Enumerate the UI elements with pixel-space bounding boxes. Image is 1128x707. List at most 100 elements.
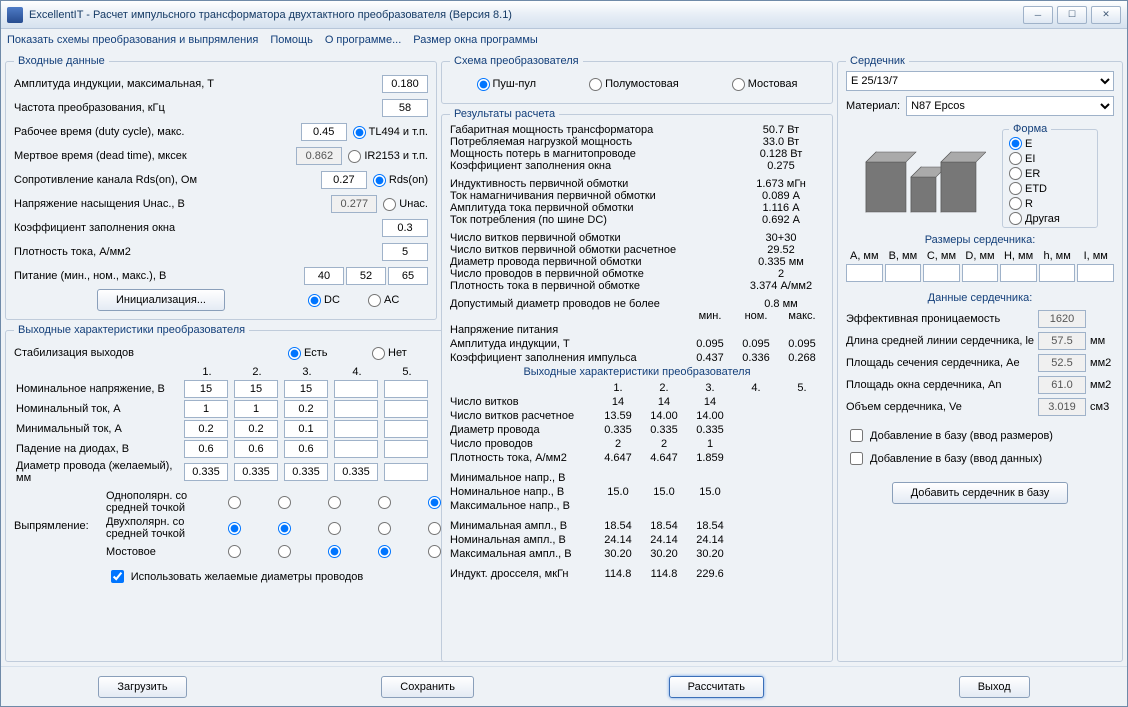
- shape-ETD[interactable]: ETD: [1009, 182, 1091, 195]
- rect-1-3[interactable]: [378, 522, 391, 535]
- inom-3[interactable]: [284, 400, 328, 418]
- imin-3[interactable]: [284, 420, 328, 438]
- rect-2-3[interactable]: [378, 545, 391, 558]
- exit-button[interactable]: Выход: [959, 676, 1030, 698]
- dim-input-2[interactable]: [923, 264, 960, 282]
- scheme-halfbridge[interactable]: Полумостовая: [589, 78, 679, 91]
- rect-1-1[interactable]: [278, 522, 291, 535]
- shape-Другая[interactable]: Другая: [1009, 212, 1091, 225]
- imin-4[interactable]: [334, 420, 378, 438]
- supply-max[interactable]: [388, 267, 428, 285]
- opt-usat[interactable]: Uнас.: [383, 198, 428, 211]
- shape-ER[interactable]: ER: [1009, 167, 1091, 180]
- material-select[interactable]: N87 Epcos: [906, 96, 1114, 116]
- load-button[interactable]: Загрузить: [98, 676, 186, 698]
- rect-0-3[interactable]: [378, 496, 391, 509]
- rect-2-2[interactable]: [328, 545, 341, 558]
- save-button[interactable]: Сохранить: [381, 676, 474, 698]
- res-val: 0.8 мм: [738, 298, 824, 310]
- supply-min[interactable]: [304, 267, 344, 285]
- imin-2[interactable]: [234, 420, 278, 438]
- shape-EI[interactable]: EI: [1009, 152, 1091, 165]
- imin-5[interactable]: [384, 420, 428, 438]
- rect-0-2[interactable]: [328, 496, 341, 509]
- dvdrop-2[interactable]: [234, 440, 278, 458]
- add-db-data-chk[interactable]: [850, 452, 863, 465]
- freq-input[interactable]: [382, 99, 428, 117]
- out5-val: [642, 500, 686, 512]
- unom-4[interactable]: [334, 380, 378, 398]
- dim-input-1[interactable]: [885, 264, 922, 282]
- init-button[interactable]: Инициализация...: [97, 289, 225, 311]
- dims-header: Размеры сердечника:: [846, 234, 1114, 246]
- dwire-3[interactable]: [284, 463, 328, 481]
- maximize-button[interactable]: ☐: [1057, 6, 1087, 24]
- rect-1-2[interactable]: [328, 522, 341, 535]
- use-wire-chk[interactable]: [111, 570, 124, 583]
- dvdrop-5[interactable]: [384, 440, 428, 458]
- dim-input-3[interactable]: [962, 264, 999, 282]
- menu-about[interactable]: О программе...: [325, 34, 401, 46]
- add-db-dims-chk[interactable]: [850, 429, 863, 442]
- ac-radio[interactable]: AC: [368, 294, 428, 307]
- rect-0-0[interactable]: [228, 496, 241, 509]
- kfill-input[interactable]: [382, 219, 428, 237]
- inom-4[interactable]: [334, 400, 378, 418]
- calc-button[interactable]: Рассчитать: [669, 676, 764, 698]
- rect-2-4[interactable]: [428, 545, 441, 558]
- inom-1[interactable]: [184, 400, 228, 418]
- dim-input-6[interactable]: [1077, 264, 1114, 282]
- out5-hdr: 1.: [596, 382, 640, 394]
- dc-radio[interactable]: DC: [308, 294, 368, 307]
- inom-5[interactable]: [384, 400, 428, 418]
- dwire-4[interactable]: [334, 463, 378, 481]
- opt-rds[interactable]: Rds(on): [373, 174, 428, 187]
- unom-1[interactable]: [184, 380, 228, 398]
- scheme-pushpull[interactable]: Пуш-пул: [477, 78, 537, 91]
- menu-schemes[interactable]: Показать схемы преобразования и выпрямле…: [7, 34, 258, 46]
- dwire-1[interactable]: [184, 463, 228, 481]
- dim-input-5[interactable]: [1039, 264, 1076, 282]
- add-core-button[interactable]: Добавить сердечник в базу: [892, 482, 1069, 504]
- unom-5[interactable]: [384, 380, 428, 398]
- unom-2[interactable]: [234, 380, 278, 398]
- rect-0-1[interactable]: [278, 496, 291, 509]
- dwire-2[interactable]: [234, 463, 278, 481]
- shape-E[interactable]: E: [1009, 137, 1091, 150]
- menu-windowsize[interactable]: Размер окна программы: [413, 34, 538, 46]
- menu-help[interactable]: Помощь: [270, 34, 313, 46]
- jcur-input[interactable]: [382, 243, 428, 261]
- dim-input-4[interactable]: [1000, 264, 1037, 282]
- core-select[interactable]: E 25/13/7: [846, 71, 1114, 91]
- rect-1-4[interactable]: [428, 522, 441, 535]
- out5-val: 13.59: [596, 410, 640, 422]
- opt-ir2153[interactable]: IR2153 и т.п.: [348, 150, 428, 163]
- rect-2-0[interactable]: [228, 545, 241, 558]
- rect-0-4[interactable]: [428, 496, 441, 509]
- rect-2-1[interactable]: [278, 545, 291, 558]
- dim-input-0[interactable]: [846, 264, 883, 282]
- stab-yes[interactable]: Есть: [288, 347, 372, 360]
- rect-1-0[interactable]: [228, 522, 241, 535]
- scheme-bridge[interactable]: Мостовая: [732, 78, 798, 91]
- unom-3[interactable]: [284, 380, 328, 398]
- minimize-button[interactable]: ─: [1023, 6, 1053, 24]
- amp-input[interactable]: [382, 75, 428, 93]
- dvdrop-1[interactable]: [184, 440, 228, 458]
- out5-val: 4.647: [596, 452, 640, 464]
- out5-val: 14: [596, 396, 640, 408]
- close-button[interactable]: ✕: [1091, 6, 1121, 24]
- dvdrop-3[interactable]: [284, 440, 328, 458]
- mnm-name: Коэффициент заполнения импульса: [450, 352, 686, 364]
- opt-tl494[interactable]: TL494 и т.п.: [353, 126, 428, 139]
- supply-nom[interactable]: [346, 267, 386, 285]
- dvdrop-4[interactable]: [334, 440, 378, 458]
- shape-R[interactable]: R: [1009, 197, 1091, 210]
- duty-input[interactable]: [301, 123, 347, 141]
- inom-2[interactable]: [234, 400, 278, 418]
- imin-1[interactable]: [184, 420, 228, 438]
- supply-label: Питание (мин., ном., макс.), В: [14, 270, 304, 282]
- inom-label: Номинальный ток, А: [14, 403, 180, 415]
- rds-input[interactable]: [321, 171, 367, 189]
- dwire-5[interactable]: [384, 463, 428, 481]
